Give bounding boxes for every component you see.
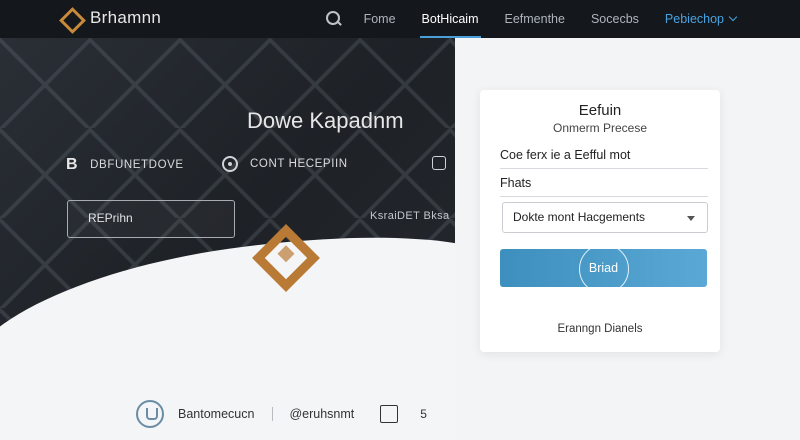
- top-nav-bar: Brhamnn Fome BotHicaim Eefmenthe Socecbs…: [0, 0, 800, 38]
- feature-d: [432, 156, 446, 170]
- footer-logo-icon: [136, 400, 164, 428]
- card-title: Eefuin: [578, 102, 622, 119]
- footer-brand: Bantomecucn: [178, 407, 255, 421]
- card-link[interactable]: Eranngn Dianels: [480, 323, 720, 335]
- nav-item-active[interactable]: BotHicaim: [419, 0, 481, 38]
- footer-social[interactable]: @eruhsnmt: [289, 407, 354, 421]
- feature-c: CONT HECEPIIN: [222, 156, 348, 172]
- footer-extra: 5: [420, 407, 427, 421]
- text-field-1[interactable]: Coe ferx ie a Eefful mot: [500, 148, 708, 169]
- search-icon[interactable]: [325, 11, 342, 27]
- nav-item-4[interactable]: Socecbs: [591, 0, 639, 38]
- b-icon: B: [66, 156, 79, 173]
- share-icon[interactable]: [380, 405, 399, 423]
- diamond-logo-icon: [60, 8, 80, 28]
- hero-title: Dowe Kapadnm: [247, 108, 404, 133]
- card-subtitle: Onmerm Precese: [552, 121, 648, 135]
- brand-name: Brhamnn: [90, 8, 162, 27]
- circle-icon: [222, 156, 238, 172]
- select-dropdown[interactable]: Dokte mont Hacgements: [502, 202, 708, 233]
- feature-c-label: CONT HECEPIIN: [250, 158, 348, 170]
- brand[interactable]: Brhamnn: [60, 8, 161, 28]
- hero-button[interactable]: REPrihn: [67, 200, 235, 238]
- chevron-down-icon: [728, 12, 738, 22]
- caret-down-icon: [687, 216, 695, 221]
- select-value: Dokte mont Hacgements: [513, 210, 646, 224]
- nav-item-3[interactable]: Eefmenthe: [505, 0, 565, 38]
- main-nav: Fome BotHicaim Eefmenthe Socecbs Pebiech…: [325, 0, 738, 38]
- feature-b: B DBFUNETDOVE: [66, 156, 184, 174]
- nav-item-home[interactable]: Fome: [364, 0, 396, 38]
- feature-b-label: DBFUNETDOVE: [90, 159, 184, 171]
- nav-dropdown-label: Pebiechop: [664, 12, 724, 26]
- signup-card: Eefuin Onmerm Precese Coe ferx ie a Eeff…: [480, 90, 720, 352]
- hero-caption: KsraiDET Bksa: [370, 210, 450, 222]
- submit-button[interactable]: Briad: [500, 244, 707, 294]
- square-icon: [432, 156, 446, 170]
- nav-item-dropdown[interactable]: Pebiechop: [664, 0, 738, 38]
- text-field-2[interactable]: Fhats: [500, 176, 708, 197]
- hero-banner: Dowe Kapadnm B DBFUNETDOVE CONT HECEPIIN…: [0, 38, 455, 338]
- footer: Bantomecucn @eruhsnmt 5: [136, 400, 427, 428]
- submit-label: Briad: [588, 261, 619, 275]
- divider: [272, 407, 274, 421]
